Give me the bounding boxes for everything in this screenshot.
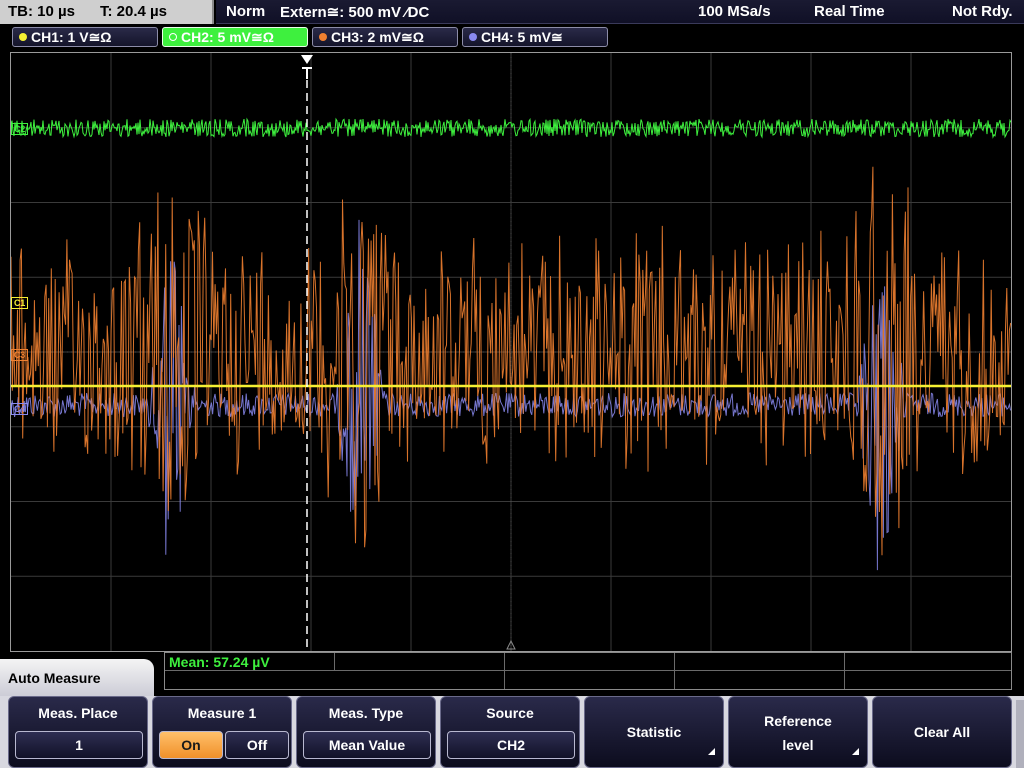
softkey-label: Statistic	[626, 724, 682, 740]
ch1-color-dot	[19, 33, 27, 41]
channel-tab-row: CH1: 1 V≅Ω CH2: 5 mV≅Ω CH3: 2 mV≅Ω CH4: …	[0, 25, 1024, 49]
clear-all-softkey[interactable]: Clear All	[872, 696, 1012, 768]
ch1-offset-marker[interactable]: C1	[11, 297, 28, 309]
ch2-color-dot	[169, 33, 177, 41]
softkey-title: Meas. Place	[38, 705, 118, 721]
graticule-grid	[11, 53, 1011, 651]
softkey-title: Measure 1	[187, 705, 257, 721]
measure-off-button[interactable]: Off	[225, 731, 289, 759]
timebase-box[interactable]: TB: 10 µs T: 20.4 µs	[0, 0, 214, 24]
softkey-label: level	[782, 737, 814, 753]
channel-tab-label: CH3: 2 mV≅Ω	[331, 29, 424, 45]
measure-on-button[interactable]: On	[159, 731, 223, 759]
ch2-offset-marker[interactable]: C2	[11, 123, 28, 135]
softkey-bar: Meas. Place 1 Measure 1 On Off Meas. Typ…	[0, 696, 1024, 768]
measurement-cell	[335, 653, 505, 671]
measurement-result-bar: Mean: 57.24 µV	[164, 652, 1012, 690]
menu-scroll-strip	[1016, 700, 1024, 768]
measurement-cell	[675, 653, 845, 671]
statistic-softkey[interactable]: Statistic	[584, 696, 724, 768]
channel-tab-ch3[interactable]: CH3: 2 mV≅Ω	[312, 27, 458, 47]
submenu-arrow-icon	[708, 748, 715, 755]
sample-rate-readout: 100 MSa/s	[698, 3, 771, 20]
mean-measurement-readout: Mean: 57.24 µV	[169, 654, 270, 670]
menu-title-tab: Auto Measure	[0, 659, 154, 699]
meas-place-softkey[interactable]: Meas. Place 1	[8, 696, 148, 768]
waveform-display[interactable]: C2 C1 C3 C4	[10, 52, 1012, 652]
channel-tab-ch4[interactable]: CH4: 5 mV≅	[462, 27, 608, 47]
source-softkey[interactable]: Source CH2	[440, 696, 580, 768]
submenu-arrow-icon	[852, 748, 859, 755]
measurement-cell: Mean: 57.24 µV	[165, 653, 335, 671]
channel-tab-label: CH2: 5 mV≅Ω	[181, 29, 274, 45]
ch4-offset-marker[interactable]: C4	[11, 403, 28, 415]
channel-tab-label: CH1: 1 V≅Ω	[31, 29, 112, 45]
waveform-canvas	[11, 53, 1011, 651]
measurement-cell	[165, 671, 505, 689]
meas-place-value[interactable]: 1	[15, 731, 143, 759]
acquisition-mode-readout: Real Time	[814, 3, 885, 20]
measurement-cell	[505, 671, 675, 689]
softkey-label: Clear All	[913, 724, 971, 740]
measurement-cell	[505, 653, 675, 671]
source-value[interactable]: CH2	[447, 731, 575, 759]
softkey-label: Reference	[764, 713, 832, 729]
run-state-readout: Not Rdy.	[952, 3, 1013, 20]
softkey-title: Source	[486, 705, 534, 721]
trigger-mode-readout[interactable]: Norm	[226, 3, 265, 20]
meas-type-value[interactable]: Mean Value	[303, 731, 431, 759]
meas-type-softkey[interactable]: Meas. Type Mean Value	[296, 696, 436, 768]
ch3-color-dot	[319, 33, 327, 41]
ch3-offset-marker[interactable]: C3	[11, 349, 28, 361]
channel-tab-label: CH4: 5 mV≅	[481, 29, 563, 45]
channel-tab-ch2[interactable]: CH2: 5 mV≅Ω	[162, 27, 308, 47]
softkey-title: Meas. Type	[328, 705, 404, 721]
channel-tab-ch1[interactable]: CH1: 1 V≅Ω	[12, 27, 158, 47]
timebase-readout: TB: 10 µs	[8, 3, 75, 20]
trigger-source-readout[interactable]: Extern≅: 500 mV ⁄DC	[280, 3, 429, 21]
ch4-color-dot	[469, 33, 477, 41]
acquisition-status-strip: Norm Extern≅: 500 mV ⁄DC 100 MSa/s Real …	[216, 0, 1024, 24]
measurement-cell	[675, 671, 845, 689]
status-bar: TB: 10 µs T: 20.4 µs Norm Extern≅: 500 m…	[0, 0, 1024, 24]
trigger-time-readout: T: 20.4 µs	[100, 3, 168, 20]
measure1-softkey[interactable]: Measure 1 On Off	[152, 696, 292, 768]
measurement-cell	[845, 653, 1011, 671]
reference-level-softkey[interactable]: Reference level	[728, 696, 868, 768]
